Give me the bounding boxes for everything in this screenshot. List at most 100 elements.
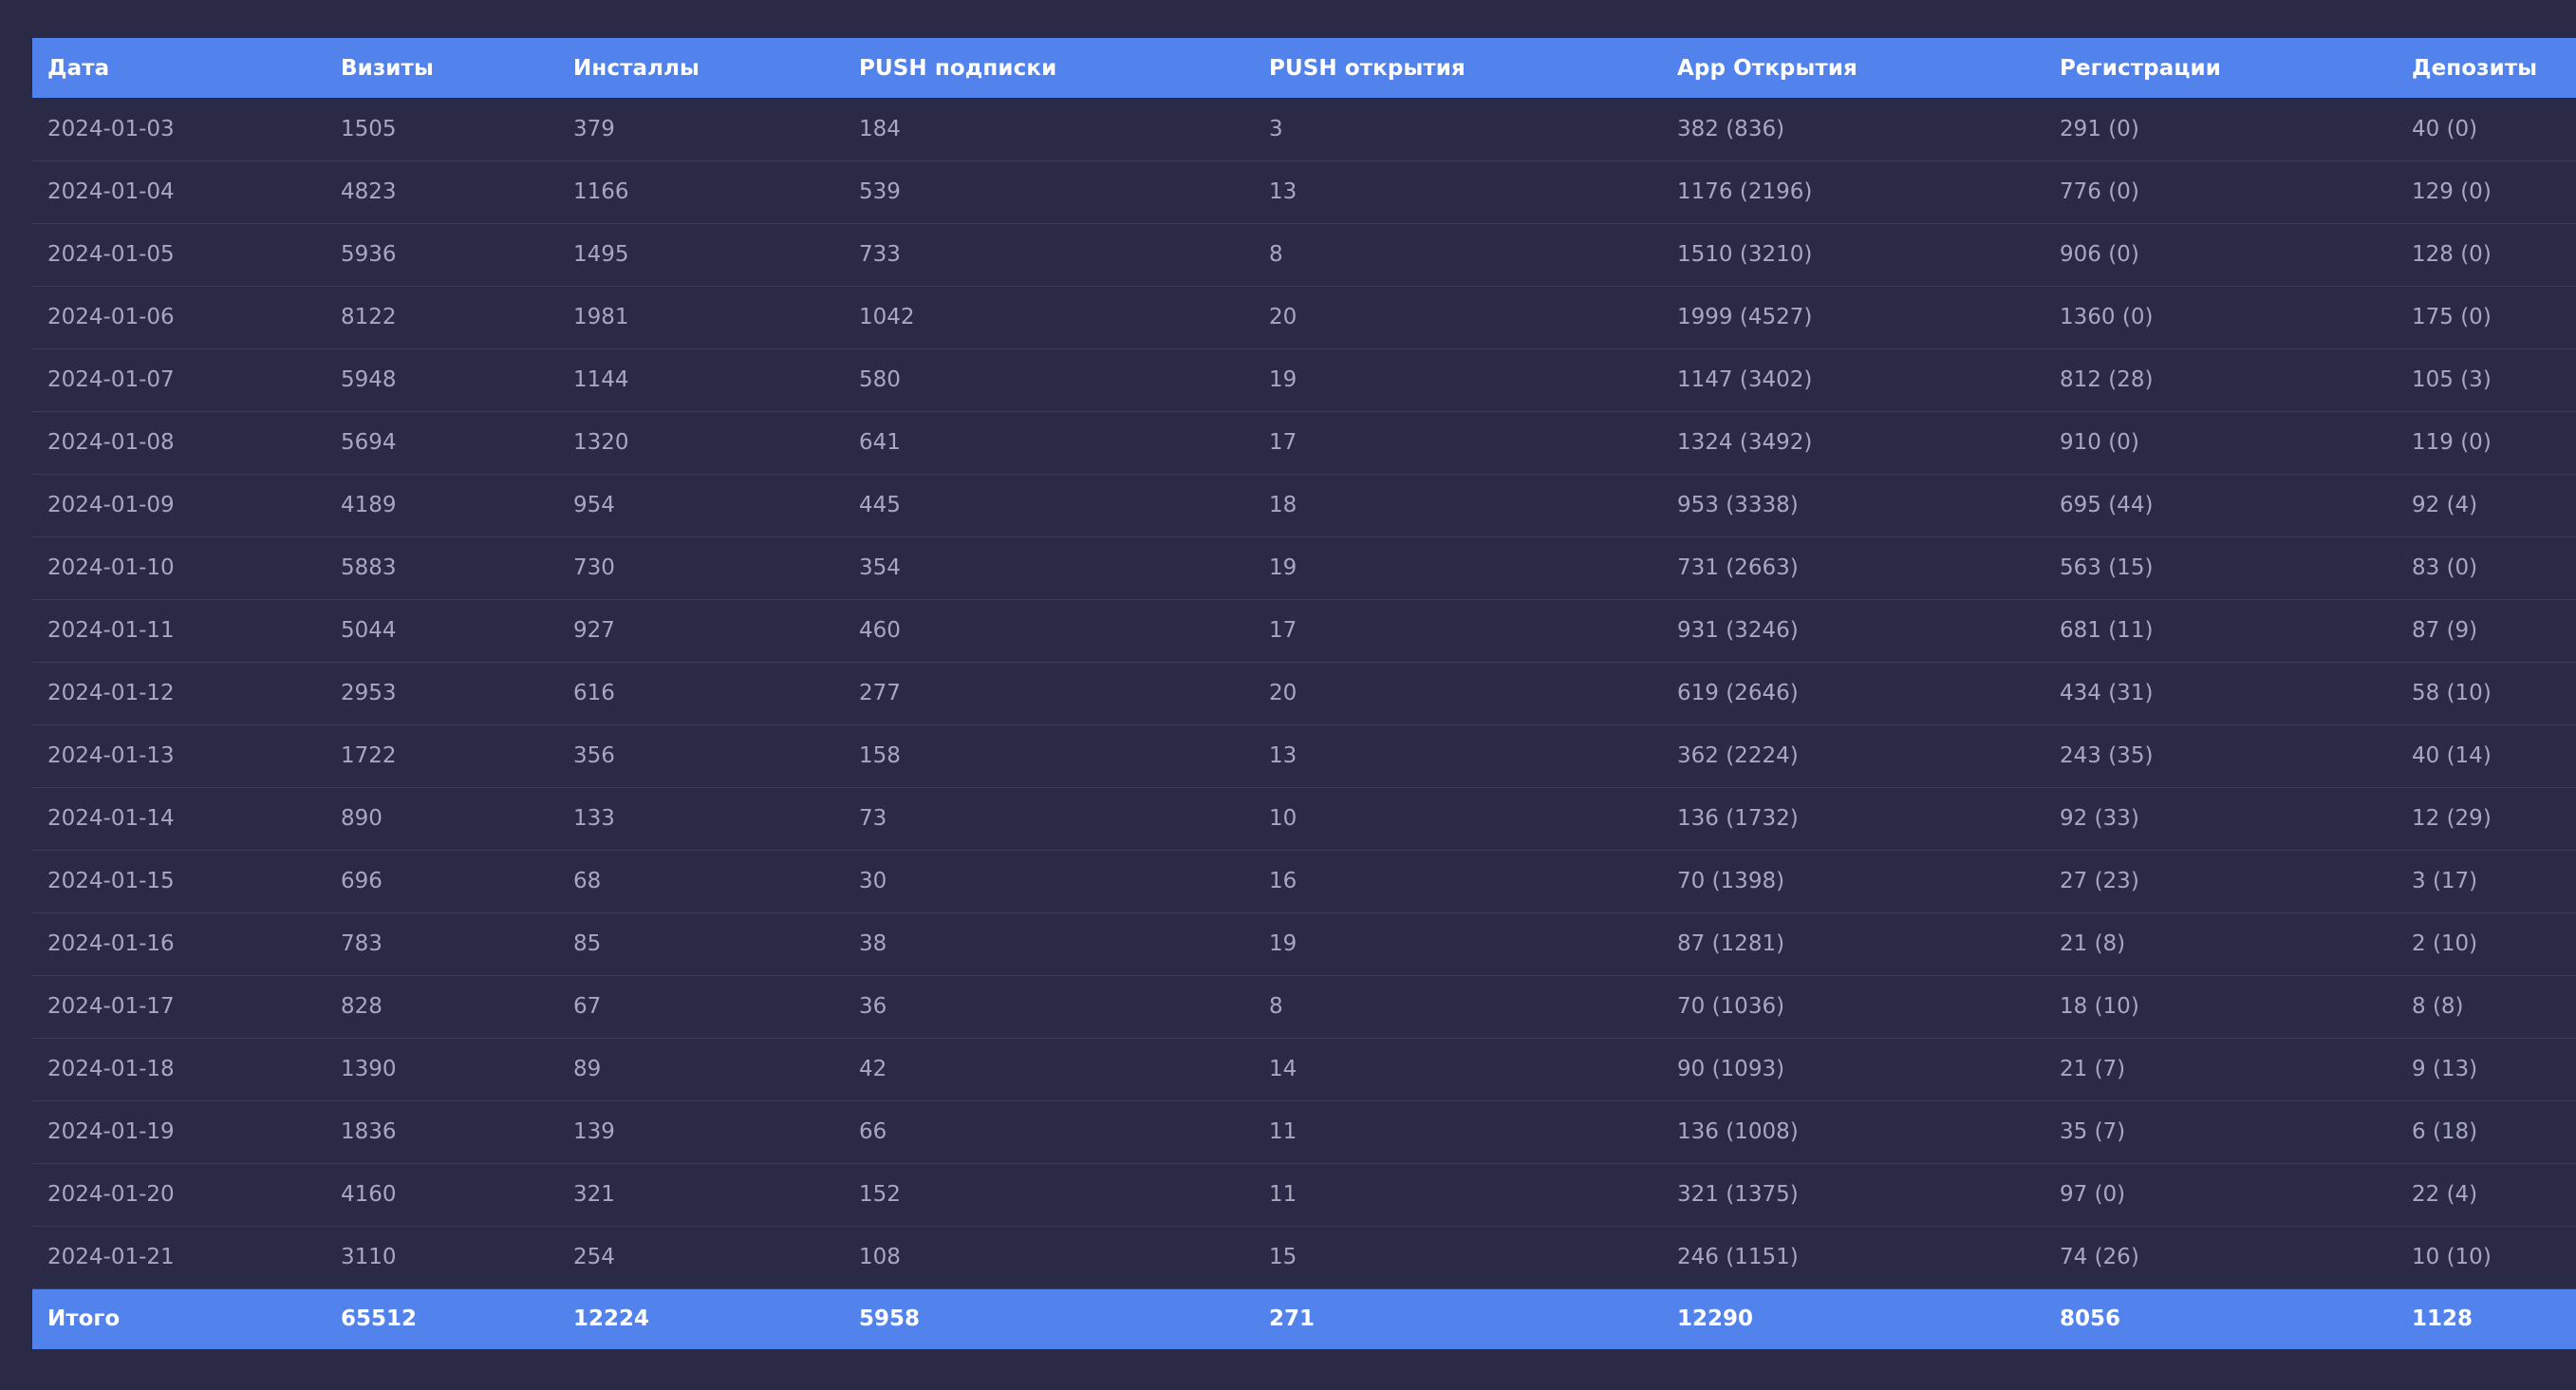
totals-cell-visits: 65512	[341, 1306, 418, 1332]
table-cell-deposits: 92 (4)	[2412, 493, 2478, 517]
table-cell-date: 2024-01-04	[47, 179, 175, 204]
table-cell-date: 2024-01-13	[47, 743, 175, 768]
table-cell-installs: 1166	[573, 179, 629, 204]
table-cell-registrations: 97 (0)	[2060, 1182, 2126, 1207]
table-cell-date: 2024-01-16	[47, 931, 175, 956]
table-cell-visits: 5044	[341, 618, 397, 643]
table-row: 2024-01-19 1836 139 66 11 136 (1008) 35 (7) 6 (…	[32, 1100, 2576, 1163]
table-cell-push-subscriptions: 38	[859, 931, 887, 956]
column-header-push-subscriptions[interactable]: PUSH подписки	[844, 38, 1254, 98]
table-cell-deposits: 175 (0)	[2412, 305, 2492, 329]
table-cell-push-subscriptions: 445	[859, 493, 901, 517]
column-header-app-opens[interactable]: App Открытия	[1662, 38, 2044, 98]
table-cell-app-opens: 1999 (4527)	[1677, 305, 1813, 329]
table-cell-app-opens: 382 (836)	[1677, 116, 1785, 141]
table-cell-registrations: 1360 (0)	[2060, 305, 2154, 329]
table-cell-deposits: 9 (13)	[2412, 1057, 2478, 1081]
table-cell-deposits: 10 (10)	[2412, 1245, 2492, 1269]
table-cell-push-subscriptions: 73	[859, 806, 887, 831]
column-header-date[interactable]: Дата	[32, 38, 326, 98]
totals-cell-app-opens: 12290	[1677, 1306, 1754, 1332]
table-cell-app-opens: 731 (2663)	[1677, 555, 1799, 580]
stats-table: Дата Визиты Инсталлы PUSH подписки PUSH …	[32, 38, 2576, 1349]
column-header-visits[interactable]: Визиты	[326, 38, 558, 98]
table-cell-deposits: 22 (4)	[2412, 1182, 2478, 1207]
column-header-registrations[interactable]: Регистрации	[2044, 38, 2397, 98]
table-row: 2024-01-16 783 85 38 19 87 (1281) 21 (8) 2 (10)	[32, 912, 2576, 975]
table-cell-date: 2024-01-18	[47, 1057, 175, 1081]
table-cell-app-opens: 362 (2224)	[1677, 743, 1799, 768]
table-cell-installs: 730	[573, 555, 615, 580]
table-cell-visits: 4823	[341, 179, 397, 204]
table-cell-date: 2024-01-09	[47, 493, 175, 517]
table-cell-visits: 1390	[341, 1057, 397, 1081]
table-cell-push-subscriptions: 36	[859, 994, 887, 1019]
table-cell-deposits: 3 (17)	[2412, 869, 2478, 893]
totals-cell-push-opens: 271	[1269, 1306, 1316, 1332]
table-cell-deposits: 40 (14)	[2412, 743, 2492, 768]
table-cell-deposits: 128 (0)	[2412, 242, 2492, 267]
table-row: 2024-01-21 3110 254 108 15 246 (1151) 74 (26) 1…	[32, 1226, 2576, 1288]
totals-cell-installs: 12224	[573, 1306, 650, 1332]
table-cell-push-opens: 16	[1269, 869, 1297, 893]
table-cell-app-opens: 136 (1732)	[1677, 806, 1799, 831]
table-cell-date: 2024-01-12	[47, 681, 175, 705]
table-cell-visits: 5694	[341, 430, 397, 455]
table-cell-deposits: 87 (9)	[2412, 618, 2478, 643]
table-cell-app-opens: 90 (1093)	[1677, 1057, 1785, 1081]
column-header-push-opens[interactable]: PUSH открытия	[1254, 38, 1662, 98]
table-cell-push-subscriptions: 158	[859, 743, 901, 768]
table-cell-push-opens: 19	[1269, 555, 1297, 580]
table-cell-date: 2024-01-10	[47, 555, 175, 580]
table-cell-app-opens: 619 (2646)	[1677, 681, 1799, 705]
table-cell-push-opens: 10	[1269, 806, 1297, 831]
table-cell-installs: 85	[573, 931, 602, 956]
table-row: 2024-01-05 5936 1495 733 8 1510 (3210) 906 (0)…	[32, 223, 2576, 286]
table-cell-push-opens: 17	[1269, 430, 1297, 455]
table-cell-installs: 139	[573, 1119, 615, 1144]
table-cell-installs: 133	[573, 806, 615, 831]
table-cell-registrations: 563 (15)	[2060, 555, 2154, 580]
table-cell-visits: 4160	[341, 1182, 397, 1207]
table-cell-registrations: 681 (11)	[2060, 618, 2154, 643]
table-cell-visits: 890	[341, 806, 383, 831]
table-cell-visits: 3110	[341, 1245, 397, 1269]
table-cell-installs: 68	[573, 869, 602, 893]
table-cell-date: 2024-01-19	[47, 1119, 175, 1144]
table-row: 2024-01-20 4160 321 152 11 321 (1375) 97 (0) 22…	[32, 1163, 2576, 1226]
table-cell-registrations: 291 (0)	[2060, 116, 2139, 141]
table-cell-installs: 1981	[573, 305, 629, 329]
table-cell-push-opens: 8	[1269, 994, 1283, 1019]
table-cell-visits: 5948	[341, 367, 397, 392]
table-cell-registrations: 74 (26)	[2060, 1245, 2139, 1269]
column-header-deposits[interactable]: Депозиты	[2397, 38, 2576, 98]
table-cell-app-opens: 953 (3338)	[1677, 493, 1799, 517]
table-cell-app-opens: 136 (1008)	[1677, 1119, 1799, 1144]
table-cell-deposits: 119 (0)	[2412, 430, 2492, 455]
table-cell-deposits: 129 (0)	[2412, 179, 2492, 204]
table-cell-deposits: 6 (18)	[2412, 1119, 2478, 1144]
table-cell-app-opens: 1176 (2196)	[1677, 179, 1813, 204]
column-header-installs[interactable]: Инсталлы	[558, 38, 844, 98]
table-cell-deposits: 83 (0)	[2412, 555, 2478, 580]
table-cell-app-opens: 1510 (3210)	[1677, 242, 1813, 267]
table-row: 2024-01-11 5044 927 460 17 931 (3246) 681 (11)…	[32, 599, 2576, 662]
table-cell-registrations: 243 (35)	[2060, 743, 2154, 768]
table-cell-push-opens: 15	[1269, 1245, 1297, 1269]
table-cell-app-opens: 87 (1281)	[1677, 931, 1785, 956]
table-cell-visits: 8122	[341, 305, 397, 329]
table-cell-date: 2024-01-20	[47, 1182, 175, 1207]
table-cell-push-subscriptions: 1042	[859, 305, 915, 329]
table-cell-registrations: 21 (7)	[2060, 1057, 2126, 1081]
table-cell-visits: 5936	[341, 242, 397, 267]
table-cell-deposits: 12 (29)	[2412, 806, 2492, 831]
table-cell-installs: 89	[573, 1057, 602, 1081]
table-cell-installs: 616	[573, 681, 615, 705]
table-cell-push-subscriptions: 580	[859, 367, 901, 392]
table-cell-push-opens: 8	[1269, 242, 1283, 267]
table-header: Дата Визиты Инсталлы PUSH подписки PUSH …	[32, 38, 2576, 98]
table-cell-push-opens: 20	[1269, 681, 1297, 705]
table-cell-installs: 379	[573, 116, 615, 141]
table-cell-app-opens: 1324 (3492)	[1677, 430, 1813, 455]
table-cell-push-subscriptions: 733	[859, 242, 901, 267]
